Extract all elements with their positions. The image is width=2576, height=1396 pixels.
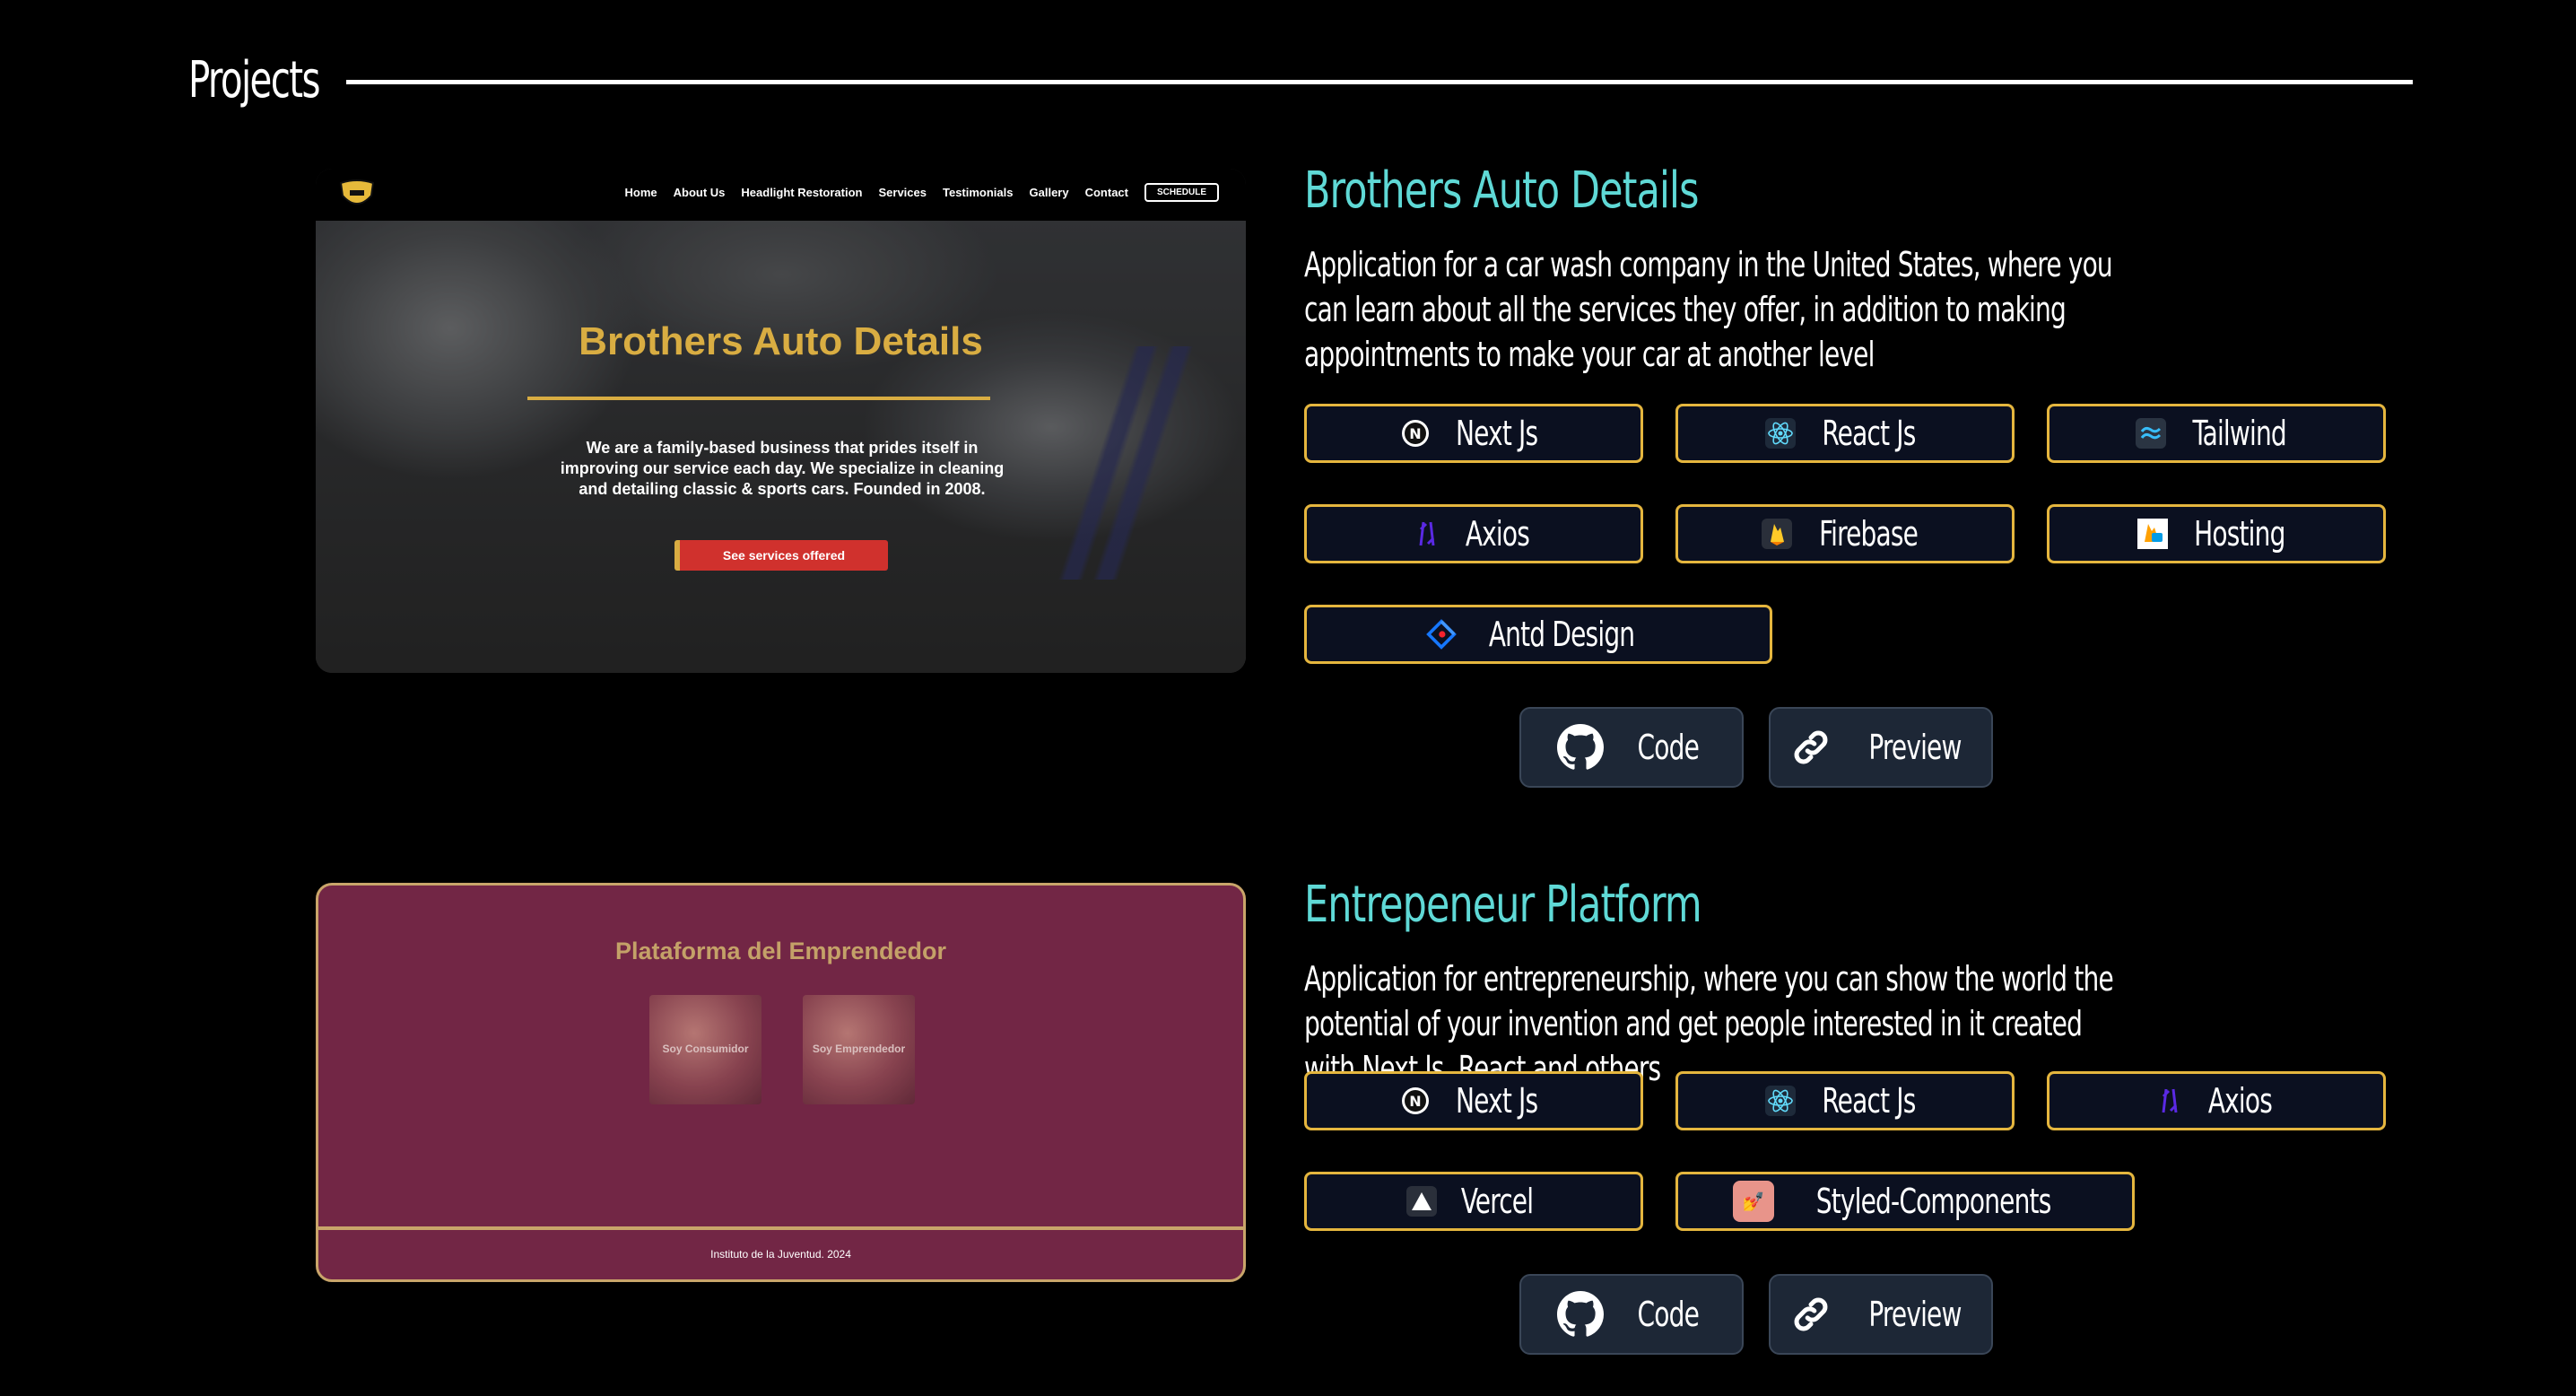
- preview-nav-about: About Us: [673, 186, 726, 199]
- preview-footer: Instituto de la Juventud. 2024: [710, 1248, 851, 1261]
- github-icon: [1557, 724, 1605, 770]
- preview-navbar: Home About Us Headlight Restoration Serv…: [316, 169, 1246, 221]
- preview-nav-home: Home: [624, 186, 657, 199]
- project-1-code-button[interactable]: Code: [1519, 707, 1744, 788]
- styled-components-icon: 💅: [1733, 1181, 1775, 1222]
- tag-axios: Axios: [2047, 1071, 2386, 1130]
- preview-nav-gallery: Gallery: [1029, 186, 1069, 199]
- project-1-description: Application for a car wash company in th…: [1304, 245, 2113, 374]
- preview-hero-text: We are a family-based business that prid…: [560, 439, 1005, 498]
- antd-icon: [1426, 619, 1457, 650]
- tag-reactjs: React Js: [1675, 1071, 2015, 1130]
- project-1-screenshot[interactable]: Home About Us Headlight Restoration Serv…: [316, 169, 1246, 673]
- preview-nav-schedule: SCHEDULE: [1144, 183, 1219, 202]
- svg-text:💅: 💅: [1743, 1191, 1765, 1212]
- preview-hero-divider: [527, 397, 990, 400]
- axios-icon: [1412, 519, 1442, 549]
- svg-text:N: N: [1410, 425, 1422, 442]
- section-header: Projects: [188, 45, 2413, 117]
- project-2-preview-button[interactable]: Preview: [1769, 1274, 1993, 1355]
- brand-logo-icon: [339, 179, 375, 205]
- preview-card-emprendedor: Soy Emprendedor: [803, 995, 915, 1104]
- link-icon: [1794, 730, 1828, 764]
- preview-card-consumidor: Soy Consumidor: [649, 995, 761, 1104]
- project-2-code-button[interactable]: Code: [1519, 1274, 1744, 1355]
- tag-tailwind: Tailwind: [2047, 404, 2386, 463]
- project-1-preview-button[interactable]: Preview: [1769, 707, 1993, 788]
- tag-nextjs: N Next Js: [1304, 404, 1643, 463]
- link-icon: [1794, 1297, 1828, 1331]
- preview-hero-title: Brothers Auto Details: [579, 319, 983, 363]
- tag-hosting: Hosting: [2047, 504, 2386, 563]
- preview-nav-contact: Contact: [1084, 186, 1128, 199]
- header-divider: [346, 80, 2413, 84]
- react-icon: [1764, 418, 1796, 449]
- nextjs-icon: N: [1400, 1086, 1431, 1116]
- project-1-title: Brothers Auto Details: [1304, 161, 1699, 220]
- tag-firebase: Firebase: [1675, 504, 2015, 563]
- tag-nextjs: N Next Js: [1304, 1071, 1643, 1130]
- svg-text:N: N: [1410, 1093, 1422, 1110]
- react-icon: [1764, 1086, 1796, 1116]
- preview-footer-divider: [318, 1226, 1243, 1230]
- tag-vercel: Vercel: [1304, 1172, 1643, 1231]
- preview-nav-testimonials: Testimonials: [942, 186, 1014, 199]
- firebase-icon: [1761, 519, 1792, 549]
- vercel-icon: [1405, 1186, 1437, 1217]
- preview-nav-services: Services: [878, 186, 927, 199]
- project-2-title: Entrepeneur Platform: [1304, 876, 1702, 934]
- section-title: Projects: [188, 51, 321, 109]
- preview-hero-button: See services offered: [674, 540, 888, 571]
- project-2-screenshot[interactable]: Plataforma del Emprendedor Soy Consumido…: [316, 883, 1246, 1282]
- tag-axios: Axios: [1304, 504, 1643, 563]
- nextjs-icon: N: [1400, 418, 1431, 449]
- tag-styled-components: 💅 Styled-Components: [1675, 1172, 2135, 1231]
- tailwind-icon: [2136, 418, 2167, 449]
- preview-nav-headlight: Headlight Restoration: [741, 186, 863, 199]
- hosting-icon: [2137, 519, 2169, 549]
- tag-antd: Antd Design: [1304, 605, 1772, 664]
- axios-icon: [2154, 1086, 2185, 1116]
- tag-reactjs: React Js: [1675, 404, 2015, 463]
- github-icon: [1557, 1291, 1605, 1337]
- preview-title: Plataforma del Emprendedor: [614, 938, 947, 964]
